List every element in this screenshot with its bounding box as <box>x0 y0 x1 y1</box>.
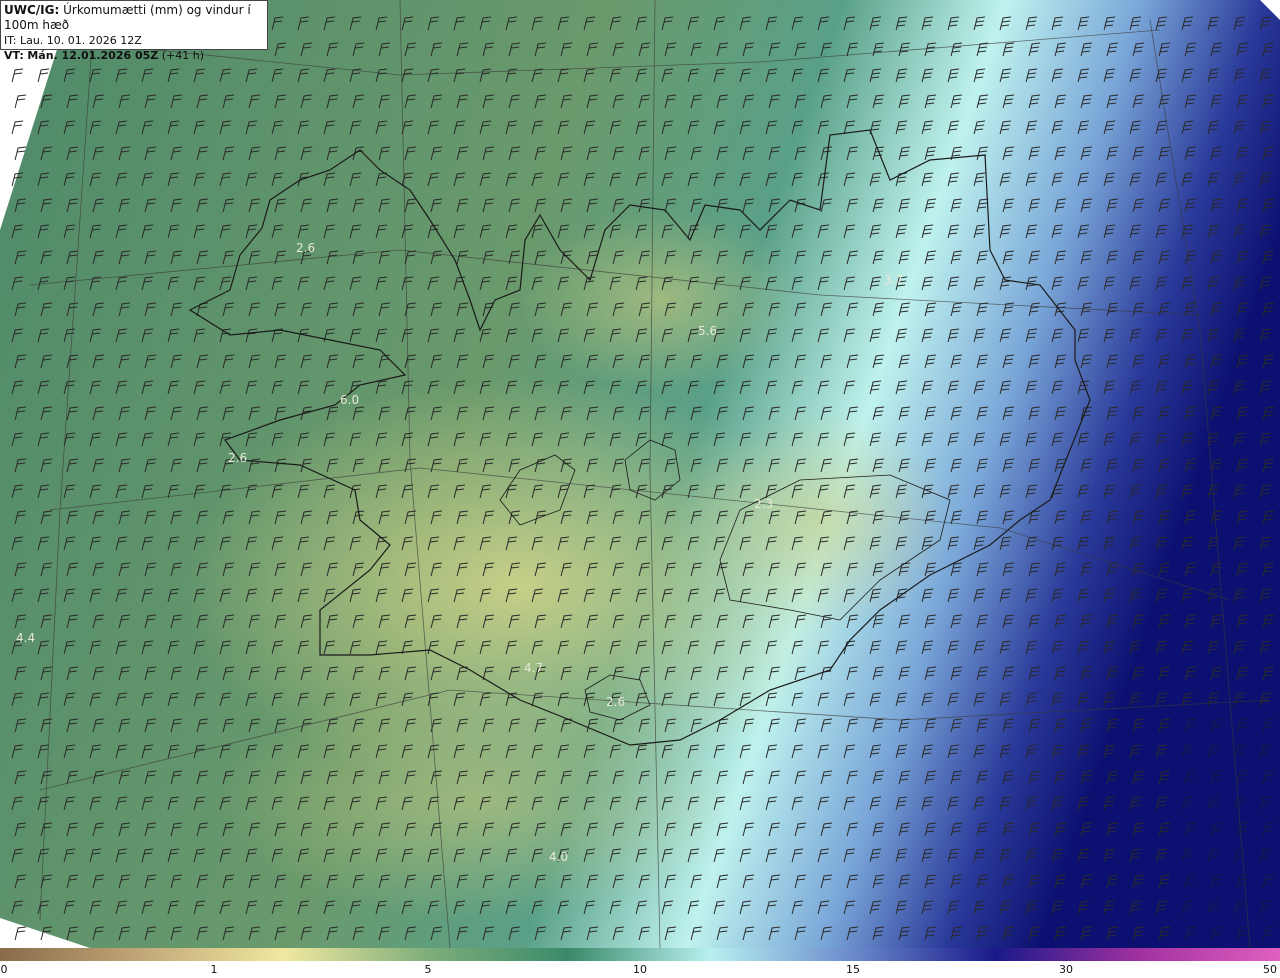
colorbar-tick: 5 <box>424 963 432 976</box>
title-line: UWC/IG: Úrkomumætti (mm) og vindur í 100… <box>4 3 264 33</box>
colorbar: 0 1 5 10 15 30 50 <box>0 948 1280 978</box>
max-label: 2.3 <box>754 497 773 511</box>
map-title-box: UWC/IG: Úrkomumætti (mm) og vindur í 100… <box>0 0 268 62</box>
max-label: 3.7 <box>884 273 903 287</box>
max-label: 2.6 <box>296 241 315 255</box>
valid-time-line: VT: Mán. 12.01.2026 05Z (+41 h) <box>4 48 264 63</box>
max-label: 4.7 <box>524 661 543 675</box>
colorbar-tick: 30 <box>1059 963 1073 976</box>
colorbar-tick: 15 <box>846 963 860 976</box>
max-label: 5.6 <box>698 324 717 338</box>
colorbar-tick: 10 <box>633 963 647 976</box>
precip-field-south <box>220 680 740 920</box>
vt-prefix: VT: <box>4 49 24 62</box>
max-label: 2.6 <box>606 695 625 709</box>
valid-time: Mán. 12.01.2026 05Z <box>27 49 159 62</box>
precipitation-wind-map: 2.6 3.7 5.6 6.0 2.6 2.3 4.4 4.7 2.6 4.0 <box>0 0 1280 948</box>
max-label: 2.6 <box>228 451 247 465</box>
colorbar-tick: 1 <box>210 963 218 976</box>
colorbar-strip <box>0 948 1280 961</box>
model-name: UWC/IG: <box>4 3 60 17</box>
init-time: IT: Lau. 10. 01. 2026 12Z <box>4 34 142 47</box>
colorbar-tick: 50 <box>1263 963 1277 976</box>
max-label: 6.0 <box>340 393 359 407</box>
max-label: 4.4 <box>16 631 35 645</box>
colorbar-tick: 0 <box>0 963 8 976</box>
max-label: 4.0 <box>549 850 568 864</box>
forecast-offset: (+41 h) <box>161 49 205 62</box>
